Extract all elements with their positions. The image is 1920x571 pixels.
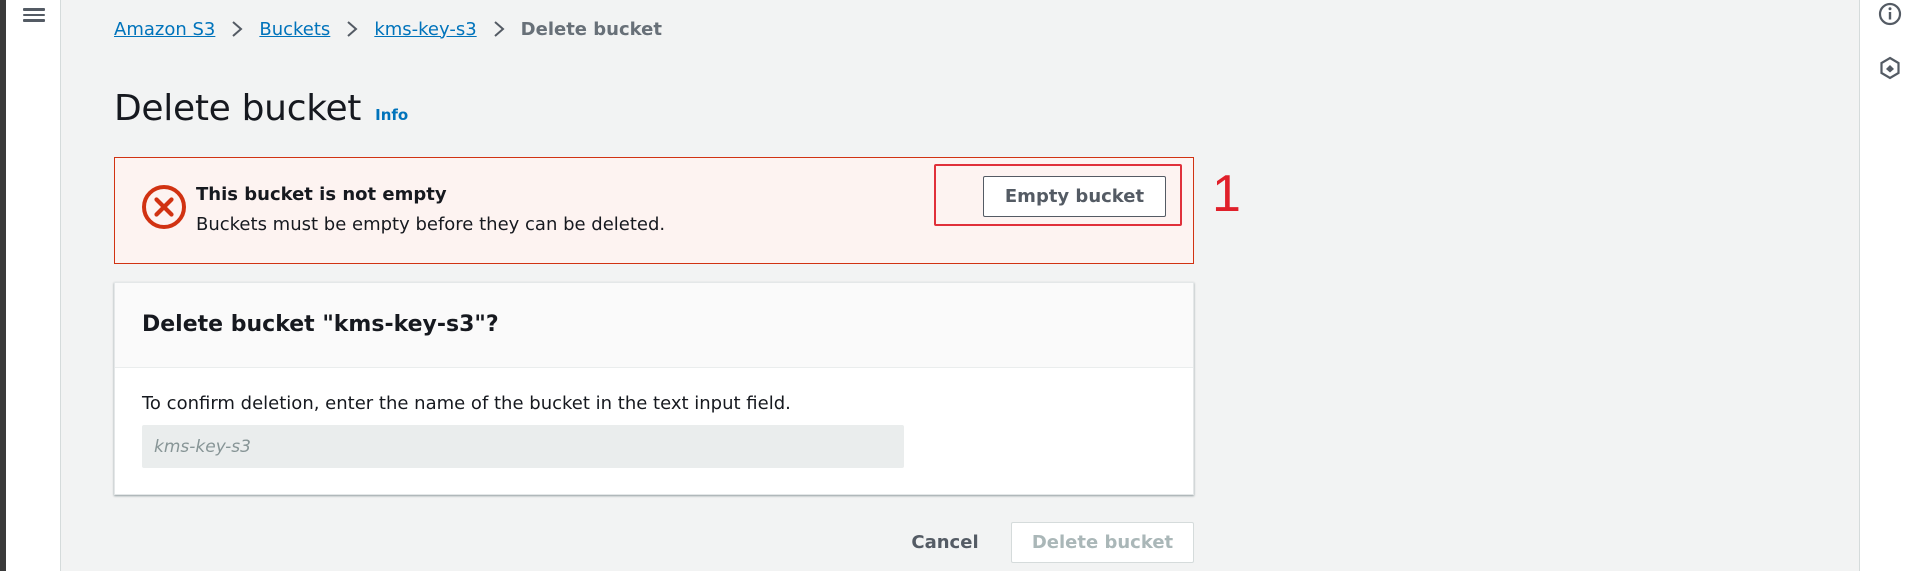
bucket-name-input[interactable]: [142, 425, 904, 468]
panel-title: Delete bucket "kms-key-s3"?: [142, 312, 499, 337]
chevron-right-icon: [231, 20, 243, 38]
hexagon-shield-icon[interactable]: [1877, 55, 1903, 81]
confirm-label: To confirm deletion, enter the name of t…: [142, 393, 791, 414]
annotation-number: 1: [1212, 165, 1241, 223]
confirm-delete-panel: Delete bucket "kms-key-s3"? To confirm d…: [114, 282, 1194, 495]
cancel-button[interactable]: Cancel: [890, 524, 1000, 560]
annotation-highlight-box: [934, 164, 1182, 226]
error-x-circle-icon: [141, 184, 187, 230]
info-link[interactable]: Info: [375, 106, 408, 124]
breadcrumb: Amazon S3 Buckets kms-key-s3 Delete buck…: [114, 17, 662, 41]
hamburger-menu-icon[interactable]: [23, 5, 45, 25]
breadcrumb-current: Delete bucket: [520, 18, 662, 40]
breadcrumb-buckets[interactable]: Buckets: [259, 19, 330, 40]
alert-message: Buckets must be empty before they can be…: [196, 214, 666, 235]
right-tools-rail: [1859, 0, 1920, 571]
chevron-right-icon: [493, 20, 505, 38]
page-header: Delete bucket Info: [114, 88, 408, 129]
page-title: Delete bucket: [114, 88, 362, 129]
left-navigation-rail: [6, 0, 61, 571]
breadcrumb-amazon-s3[interactable]: Amazon S3: [114, 19, 215, 40]
info-circle-icon[interactable]: [1877, 1, 1903, 27]
delete-bucket-button[interactable]: Delete bucket: [1011, 522, 1194, 563]
panel-header: Delete bucket "kms-key-s3"?: [115, 283, 1193, 368]
alert-title: This bucket is not empty: [196, 184, 447, 205]
chevron-right-icon: [346, 20, 358, 38]
breadcrumb-bucket-name[interactable]: kms-key-s3: [374, 19, 476, 40]
